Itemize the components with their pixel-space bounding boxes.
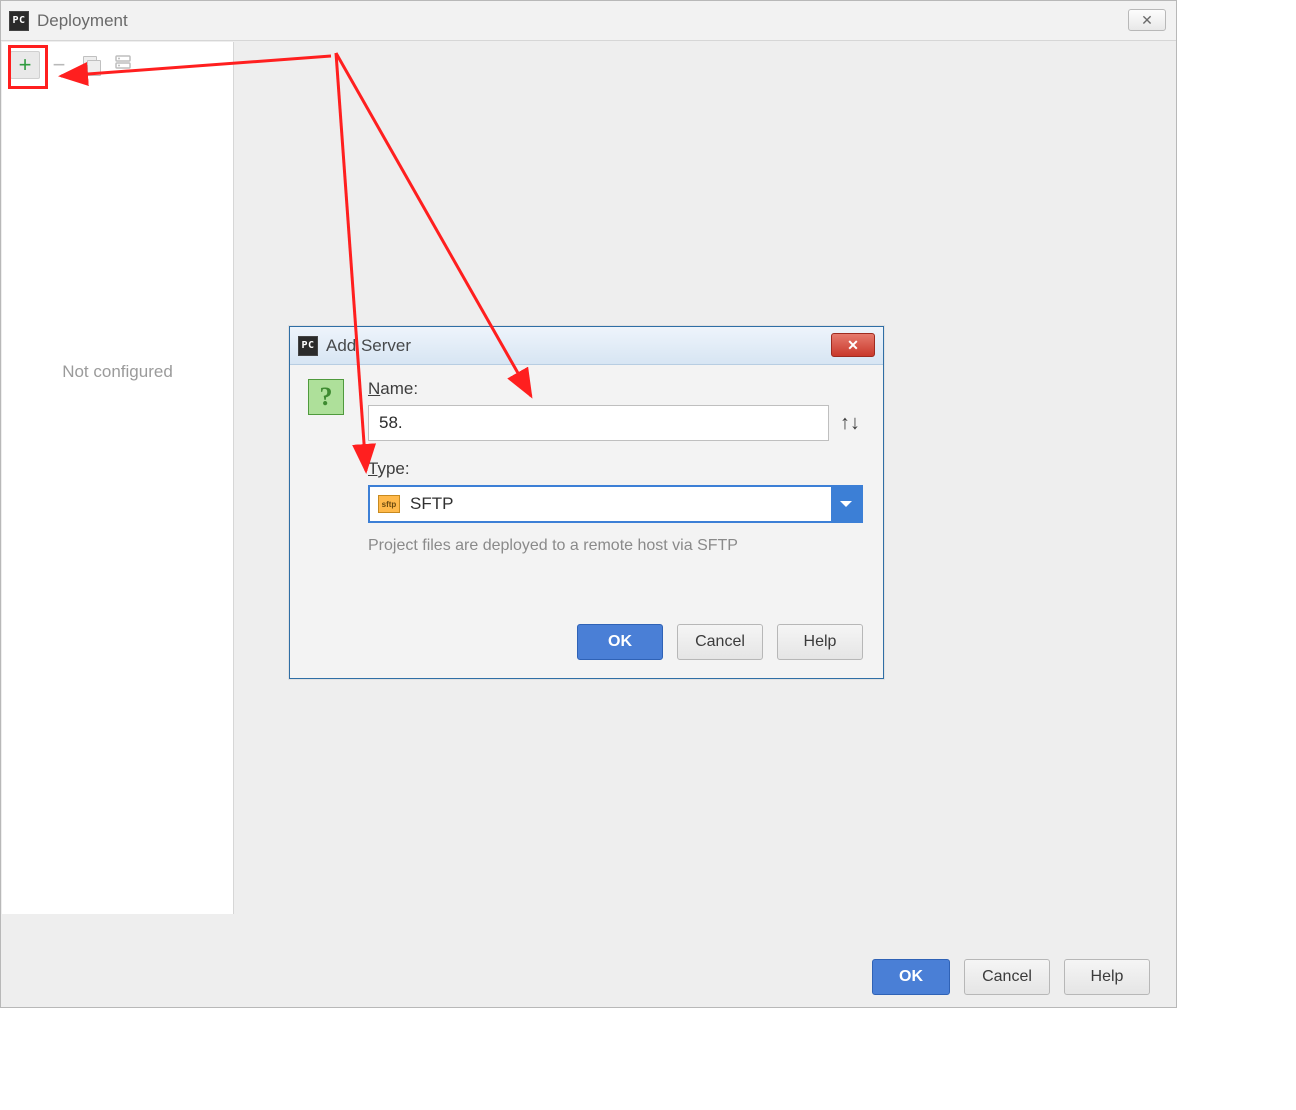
add-server-dialog: PC Add Server ✕ ? Name: ↑↓ (289, 326, 884, 679)
type-label: Type: (368, 459, 863, 479)
add-server-cancel-button[interactable]: Cancel (677, 624, 763, 660)
add-server-title: Add Server (326, 336, 411, 356)
deployment-titlebar: PC Deployment ✕ (1, 1, 1176, 41)
not-configured-label: Not configured (2, 362, 233, 382)
close-icon: ✕ (847, 337, 859, 354)
add-server-help-button[interactable]: Help (777, 624, 863, 660)
add-server-close-button[interactable]: ✕ (831, 333, 875, 357)
add-server-titlebar: PC Add Server ✕ (290, 327, 883, 365)
server-type-selected: SFTP (410, 494, 453, 514)
chevron-down-icon (831, 487, 861, 521)
add-server-button-row: OK Cancel Help (577, 624, 863, 660)
deployment-ok-button[interactable]: OK (872, 959, 950, 995)
copy-icon (83, 56, 99, 74)
server-icon (114, 54, 132, 77)
sort-toggle-button[interactable]: ↑↓ (837, 412, 863, 435)
close-icon: ✕ (1141, 12, 1153, 29)
sort-icon: ↑↓ (840, 412, 860, 434)
add-server-body: ? Name: ↑↓ Type: sftp SFTP (290, 365, 883, 678)
add-server-button[interactable]: + (10, 51, 40, 79)
copy-server-button[interactable] (78, 51, 104, 79)
server-type-dropdown[interactable]: sftp SFTP (368, 485, 863, 523)
minus-icon: − (53, 52, 66, 78)
add-server-ok-button[interactable]: OK (577, 624, 663, 660)
server-list-toolbar: + − (2, 42, 233, 82)
name-label: Name: (368, 379, 863, 399)
sftp-icon: sftp (378, 495, 400, 513)
deployment-close-button[interactable]: ✕ (1128, 9, 1166, 31)
type-hint-text: Project files are deployed to a remote h… (368, 537, 863, 555)
deployment-cancel-button[interactable]: Cancel (964, 959, 1050, 995)
pycharm-icon: PC (298, 336, 318, 356)
help-icon: ? (308, 379, 344, 415)
deployment-button-row: OK Cancel Help (1, 947, 1176, 1007)
server-name-input[interactable] (368, 405, 829, 441)
remove-server-button[interactable]: − (44, 51, 74, 79)
deployment-title: Deployment (37, 11, 128, 31)
deployment-window: PC Deployment ✕ + − (0, 0, 1177, 1008)
plus-icon: + (19, 54, 32, 76)
pycharm-icon: PC (9, 11, 29, 31)
server-list-sidebar: + − Not configured (2, 42, 234, 914)
deployment-help-button[interactable]: Help (1064, 959, 1150, 995)
default-server-button[interactable] (108, 51, 138, 79)
